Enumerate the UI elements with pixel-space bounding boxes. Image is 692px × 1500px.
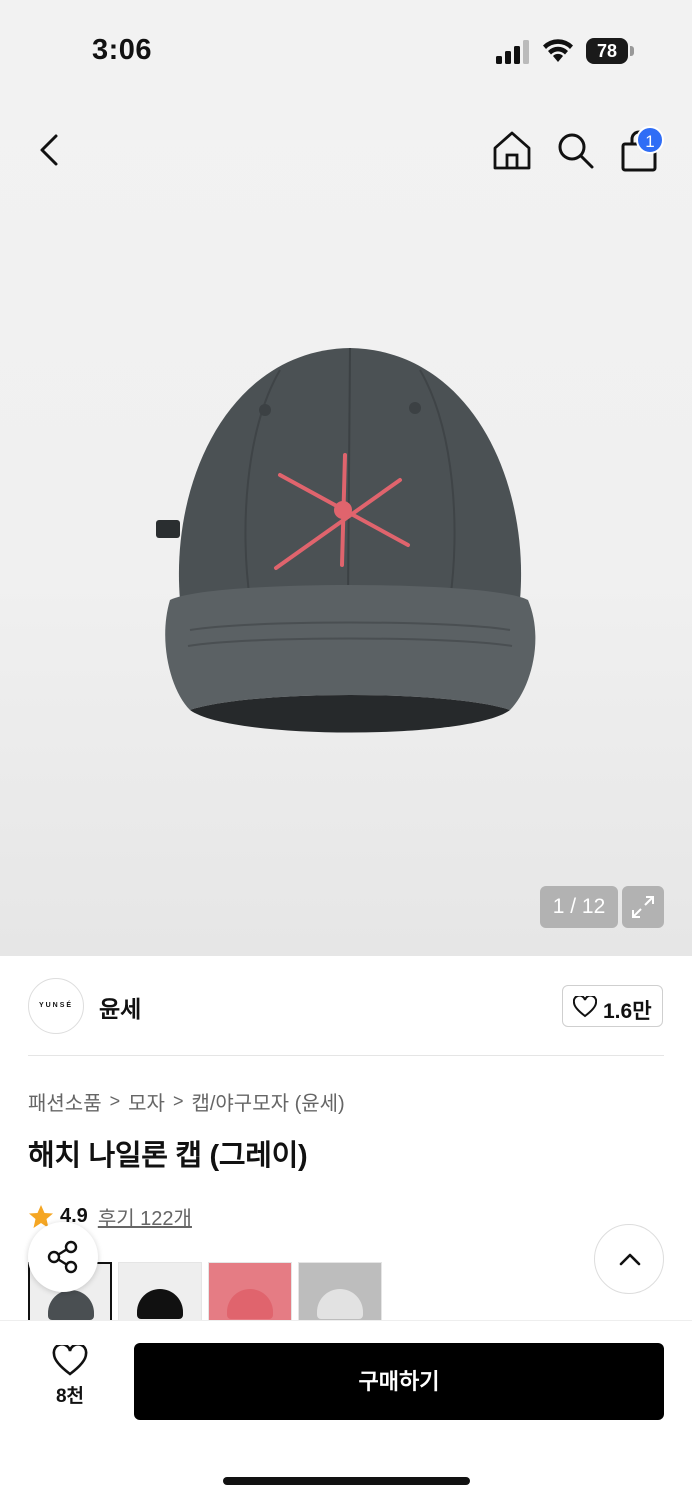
heart-icon [573, 996, 597, 1018]
product-image-cap [156, 347, 536, 733]
chevron-up-icon [619, 1253, 641, 1266]
brand-name[interactable]: 윤세 [99, 990, 141, 1024]
status-time: 3:06 [92, 34, 153, 66]
back-arrow-icon[interactable] [30, 128, 70, 172]
buy-button[interactable]: 구매하기 [134, 1343, 664, 1420]
battery-level: 78 [596, 41, 618, 61]
brand-logo[interactable]: YUNSÉ [28, 978, 84, 1034]
wishlist-button[interactable]: 8천 [40, 1345, 100, 1415]
cart-count-badge: 1 [636, 126, 664, 154]
home-indicator [223, 1477, 470, 1485]
breadcrumb-separator: > [109, 1091, 121, 1111]
search-icon[interactable] [555, 130, 595, 170]
bottom-action-bar: 8천 구매하기 [0, 1320, 692, 1500]
expand-icon [632, 896, 654, 918]
divider [28, 1055, 664, 1056]
breadcrumb-separator: > [172, 1091, 184, 1111]
breadcrumb: 패션소품 > 모자 > 캡/야구모자 (윤세) [28, 1087, 345, 1116]
thumbnail-black[interactable] [118, 1262, 202, 1320]
share-icon [47, 1240, 78, 1274]
battery-icon: 78 [586, 38, 634, 64]
thumbnail-pink[interactable] [208, 1262, 292, 1320]
brand-like-count: 1.6만 [603, 1000, 652, 1023]
breadcrumb-item-current[interactable]: 캡/야구모자 (윤세) [191, 1087, 344, 1116]
breadcrumb-item-category[interactable]: 패션소품 [28, 1087, 102, 1116]
heart-icon [52, 1345, 88, 1376]
home-icon[interactable] [490, 128, 534, 172]
image-counter: 1 / 12 [540, 886, 618, 928]
share-button[interactable] [28, 1222, 98, 1292]
product-image-gallery[interactable]: 3:06 78 1 1 / 12 [0, 0, 692, 956]
expand-image-button[interactable] [622, 886, 664, 928]
brand-like-button[interactable]: 1.6만 [562, 985, 663, 1027]
wifi-icon [543, 39, 573, 62]
reviews-link[interactable]: 후기 122개 [98, 1202, 192, 1231]
breadcrumb-item-subcategory[interactable]: 모자 [128, 1087, 165, 1116]
wishlist-count: 8천 [55, 1386, 85, 1407]
product-title: 해치 나일론 캡 (그레이) [28, 1140, 308, 1172]
thumbnail-light-gray[interactable] [298, 1262, 382, 1320]
scroll-to-top-button[interactable] [594, 1224, 664, 1294]
cellular-signal-icon [496, 40, 529, 64]
status-bar: 3:06 78 [0, 0, 692, 100]
